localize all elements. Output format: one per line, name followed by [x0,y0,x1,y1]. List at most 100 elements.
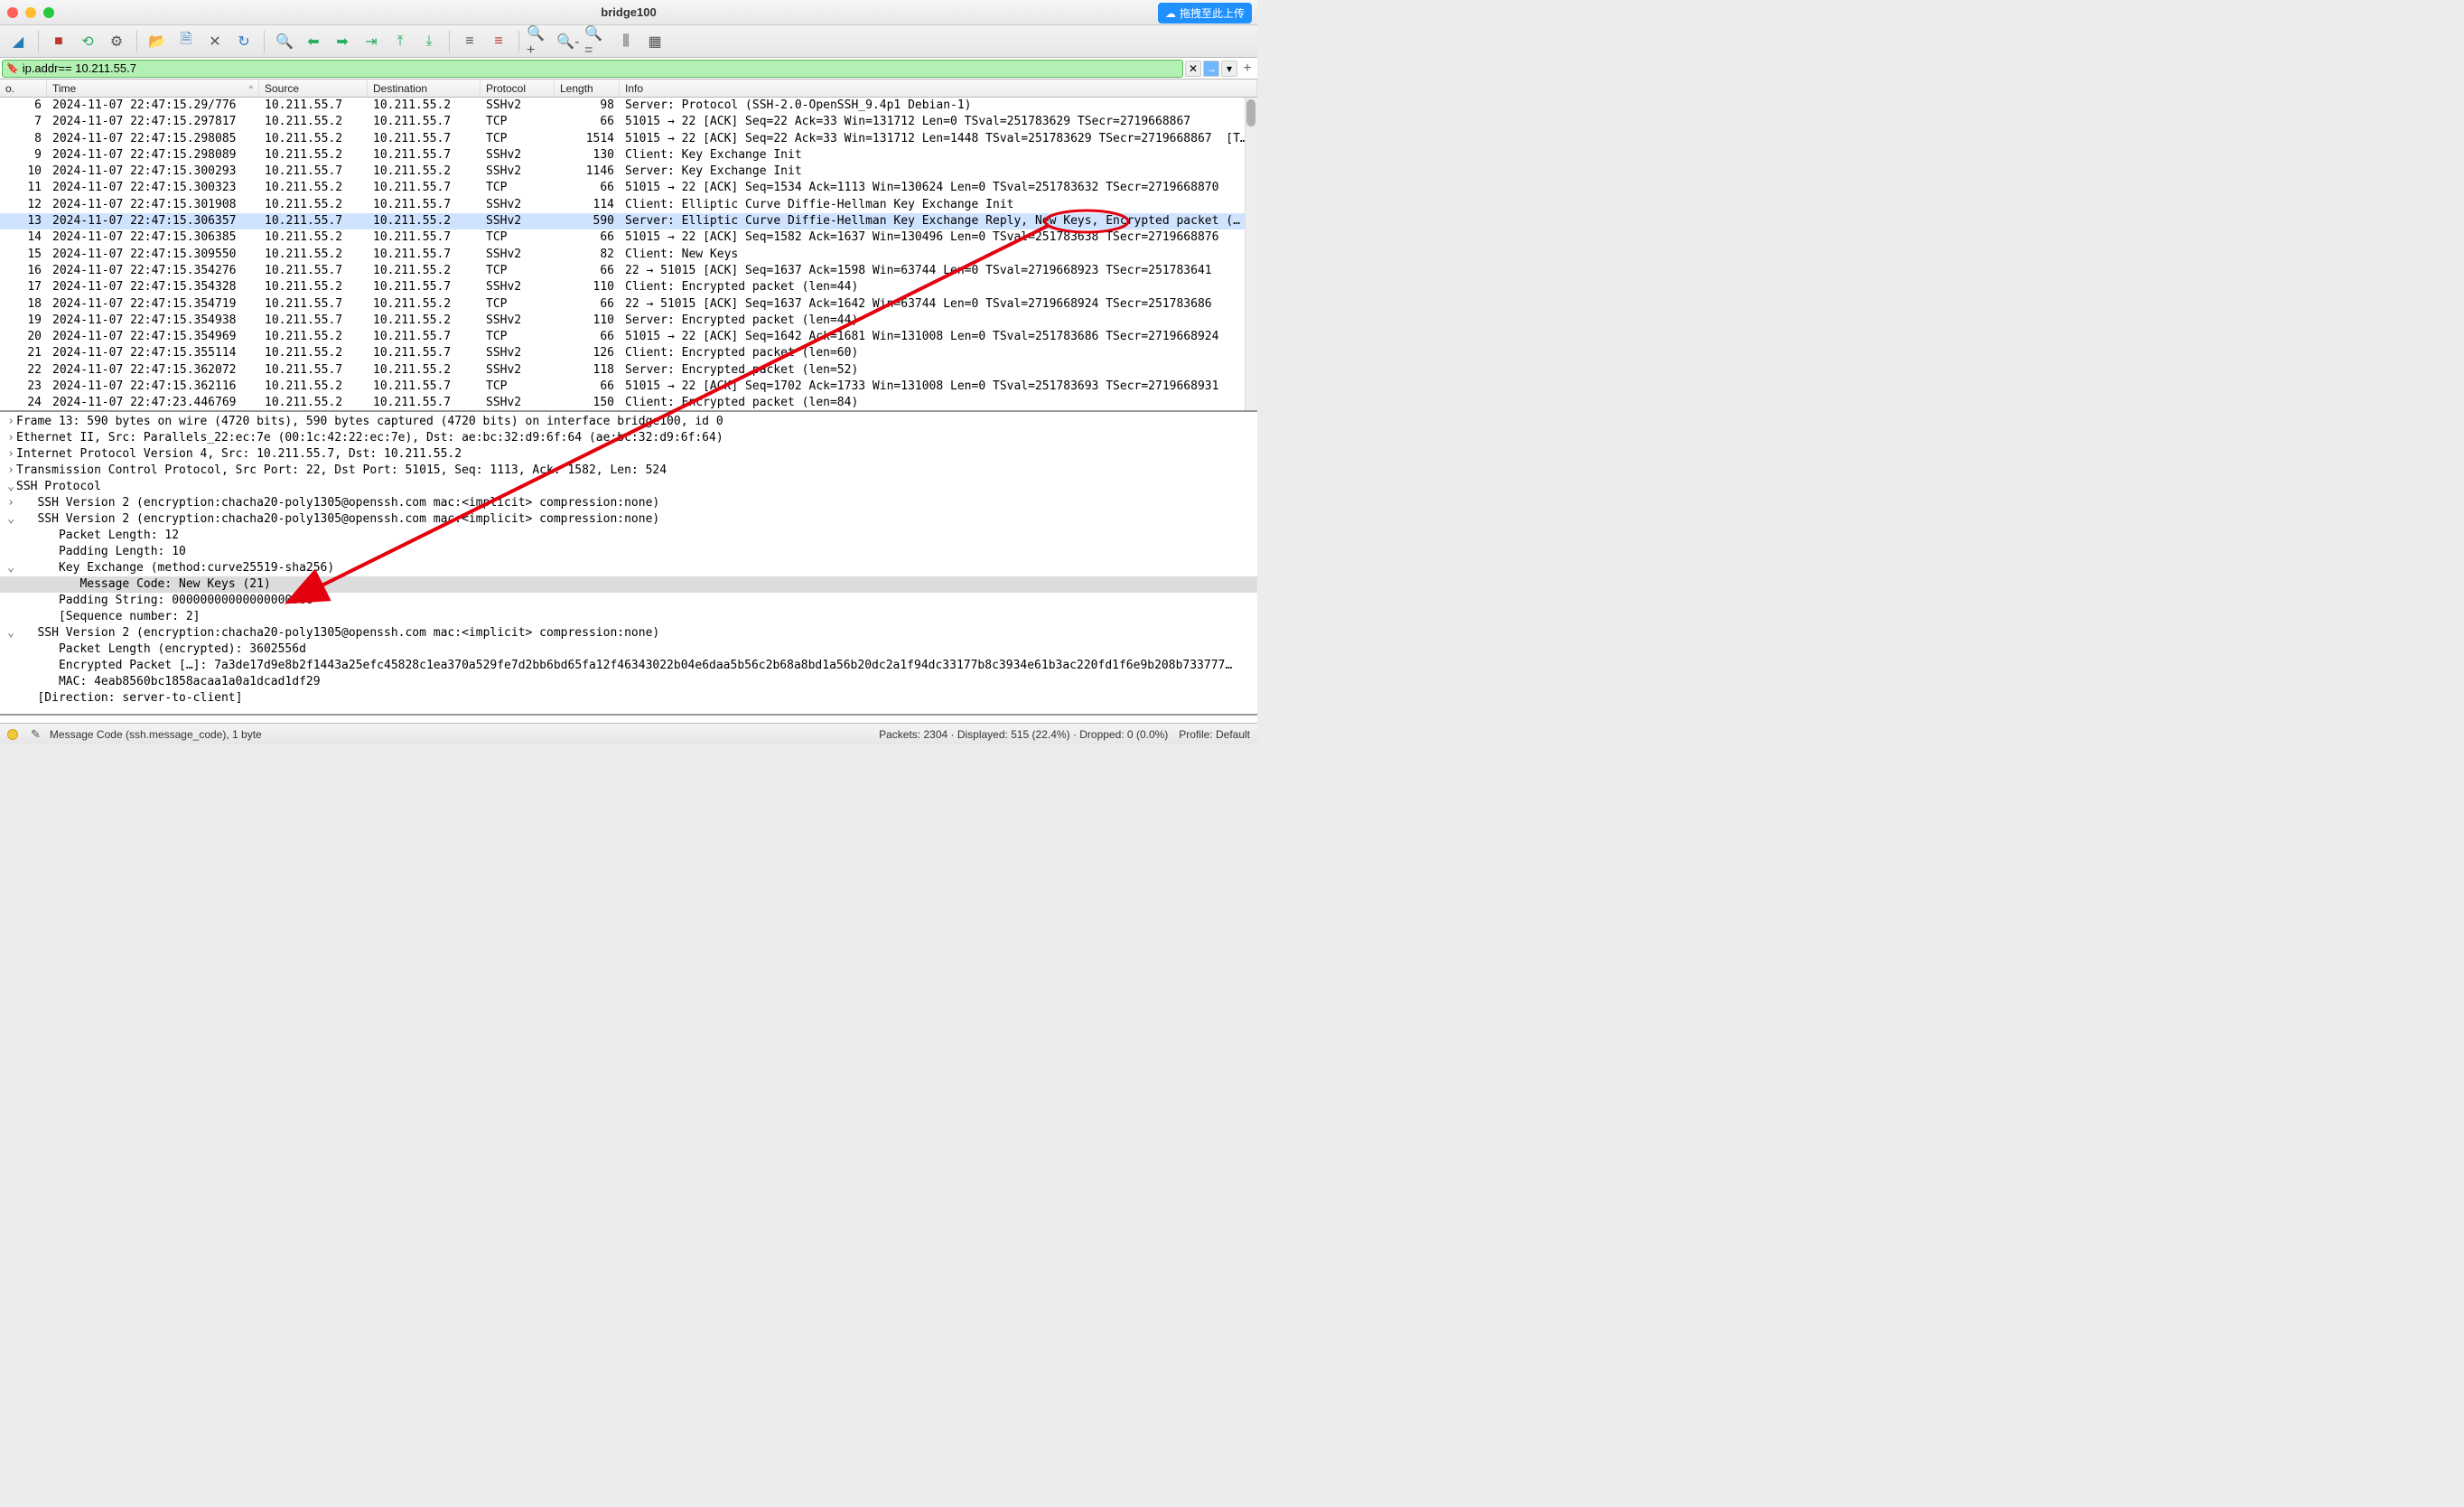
packet-row[interactable]: 152024-11-07 22:47:15.30955010.211.55.21… [0,247,1257,263]
detail-row[interactable]: ›Transmission Control Protocol, Src Port… [0,463,1257,479]
packet-row[interactable]: 92024-11-07 22:47:15.29808910.211.55.210… [0,147,1257,164]
close-file-button[interactable]: ✕ [202,29,228,54]
stop-capture-button[interactable]: ■ [46,29,71,54]
col-length[interactable]: Length [555,80,620,97]
minimize-window-button[interactable] [25,7,36,18]
detail-row[interactable]: › SSH Version 2 (encryption:chacha20-pol… [0,495,1257,511]
go-jump-button[interactable]: ⇥ [359,29,384,54]
expert-info-icon[interactable] [7,729,18,740]
packet-row[interactable]: 122024-11-07 22:47:15.30190810.211.55.21… [0,197,1257,213]
tree-twisty-icon[interactable] [5,658,16,674]
col-info[interactable]: Info [620,80,1257,97]
reload-button[interactable]: ↻ [231,29,257,54]
go-forward-button[interactable]: ➡ [330,29,355,54]
tree-twisty-icon[interactable] [5,576,16,593]
packet-row[interactable]: 162024-11-07 22:47:15.35427610.211.55.71… [0,263,1257,279]
col-no[interactable]: o. [0,80,47,97]
scrollbar-track[interactable] [1245,98,1257,410]
tree-twisty-icon[interactable]: ⌄ [5,560,16,576]
tree-twisty-icon[interactable]: › [5,495,16,511]
scrollbar-thumb[interactable] [1246,99,1255,126]
packet-row[interactable]: 82024-11-07 22:47:15.29808510.211.55.210… [0,131,1257,147]
display-filter-input[interactable]: 🔖 ip.addr== 10.211.55.7 [2,60,1183,78]
detail-row[interactable]: ⌄SSH Protocol [0,479,1257,495]
detail-row[interactable]: Padding Length: 10 [0,544,1257,560]
packet-details[interactable]: ›Frame 13: 590 bytes on wire (4720 bits)… [0,412,1257,716]
tree-twisty-icon[interactable]: ⌄ [5,479,16,495]
save-file-button[interactable]: 🗎 [173,29,199,54]
detail-row[interactable]: ›Frame 13: 590 bytes on wire (4720 bits)… [0,414,1257,430]
detail-row[interactable]: MAC: 4eab8560bc1858acaa1a0a1dcad1df29 [0,674,1257,690]
clear-filter-button[interactable]: ✕ [1185,61,1201,77]
status-profile[interactable]: Profile: Default [1179,728,1250,741]
tree-twisty-icon[interactable]: › [5,414,16,430]
packet-row[interactable]: 72024-11-07 22:47:15.29781710.211.55.210… [0,114,1257,130]
detail-row[interactable]: ⌄ SSH Version 2 (encryption:chacha20-pol… [0,625,1257,641]
go-last-button[interactable]: ⤓ [416,29,442,54]
col-time[interactable]: Time [47,80,259,97]
packet-row[interactable]: 222024-11-07 22:47:15.36207210.211.55.71… [0,362,1257,379]
detail-row[interactable]: ⌄ SSH Version 2 (encryption:chacha20-pol… [0,511,1257,528]
packet-row[interactable]: 242024-11-07 22:47:23.44676910.211.55.21… [0,395,1257,411]
detail-row[interactable]: Message Code: New Keys (21) [0,576,1257,593]
packet-list[interactable]: 62024-11-07 22:47:15.29/77610.211.55.710… [0,98,1257,412]
packet-row[interactable]: 62024-11-07 22:47:15.29/77610.211.55.710… [0,98,1257,114]
tree-twisty-icon[interactable] [5,641,16,658]
col-source[interactable]: Source [259,80,368,97]
go-back-button[interactable]: ⬅ [301,29,326,54]
detail-row[interactable]: Packet Length (encrypted): 3602556d [0,641,1257,658]
packet-bytes[interactable] [0,716,1257,723]
edit-icon[interactable]: ✎ [31,727,41,742]
packet-row[interactable]: 142024-11-07 22:47:15.30638510.211.55.21… [0,229,1257,246]
filter-history-button[interactable]: ▾ [1221,61,1237,77]
tree-twisty-icon[interactable]: › [5,446,16,463]
zoom-out-button[interactable]: 🔍- [555,29,581,54]
packet-row[interactable]: 132024-11-07 22:47:15.30635710.211.55.71… [0,213,1257,229]
add-filter-button[interactable]: + [1239,61,1255,77]
colorize-button[interactable]: ≡ [486,29,511,54]
tree-twisty-icon[interactable] [5,609,16,625]
packet-row[interactable]: 202024-11-07 22:47:15.35496910.211.55.21… [0,329,1257,345]
detail-row[interactable]: ›Ethernet II, Src: Parallels_22:ec:7e (0… [0,430,1257,446]
resize-cols-button[interactable]: ⫼ [613,29,639,54]
open-file-button[interactable]: 📂 [145,29,170,54]
resize-all-button[interactable]: ▦ [642,29,667,54]
tree-twisty-icon[interactable]: › [5,463,16,479]
auto-scroll-button[interactable]: ≡ [457,29,482,54]
packet-row[interactable]: 102024-11-07 22:47:15.30029310.211.55.71… [0,164,1257,180]
packet-row[interactable]: 172024-11-07 22:47:15.35432810.211.55.21… [0,279,1257,295]
packet-row[interactable]: 212024-11-07 22:47:15.35511410.211.55.21… [0,345,1257,361]
detail-row[interactable]: Packet Length: 12 [0,528,1257,544]
detail-row[interactable]: ›Internet Protocol Version 4, Src: 10.21… [0,446,1257,463]
detail-row[interactable]: ⌄ Key Exchange (method:curve25519-sha256… [0,560,1257,576]
restart-capture-button[interactable]: ⟲ [75,29,100,54]
tree-twisty-icon[interactable] [5,544,16,560]
detail-row[interactable]: Encrypted Packet […]: 7a3de17d9e8b2f1443… [0,658,1257,674]
detail-row[interactable]: [Sequence number: 2] [0,609,1257,625]
tree-twisty-icon[interactable] [5,674,16,690]
packet-row[interactable]: 112024-11-07 22:47:15.30032310.211.55.21… [0,180,1257,196]
zoom-window-button[interactable] [43,7,54,18]
tree-twisty-icon[interactable]: ⌄ [5,625,16,641]
upload-drop-button[interactable]: ☁ 拖拽至此上传 [1158,3,1252,23]
tree-twisty-icon[interactable]: › [5,430,16,446]
detail-row[interactable]: Padding String: 00000000000000000000 [0,593,1257,609]
capture-options-button[interactable]: ⚙ [104,29,129,54]
detail-row[interactable]: [Direction: server-to-client] [0,690,1257,707]
tree-twisty-icon[interactable] [5,593,16,609]
packet-row[interactable]: 182024-11-07 22:47:15.35471910.211.55.71… [0,296,1257,313]
tree-twisty-icon[interactable]: ⌄ [5,511,16,528]
zoom-reset-button[interactable]: 🔍= [584,29,610,54]
wireshark-logo-icon[interactable]: ◢ [5,29,31,54]
bookmark-icon[interactable]: 🔖 [6,62,19,74]
tree-twisty-icon[interactable] [5,690,16,707]
find-button[interactable]: 🔍 [272,29,297,54]
zoom-in-button[interactable]: 🔍+ [527,29,552,54]
apply-filter-button[interactable]: → [1203,61,1219,77]
col-protocol[interactable]: Protocol [481,80,555,97]
go-first-button[interactable]: ⤒ [387,29,413,54]
tree-twisty-icon[interactable] [5,528,16,544]
close-window-button[interactable] [7,7,18,18]
col-destination[interactable]: Destination [368,80,481,97]
packet-row[interactable]: 232024-11-07 22:47:15.36211610.211.55.21… [0,379,1257,395]
